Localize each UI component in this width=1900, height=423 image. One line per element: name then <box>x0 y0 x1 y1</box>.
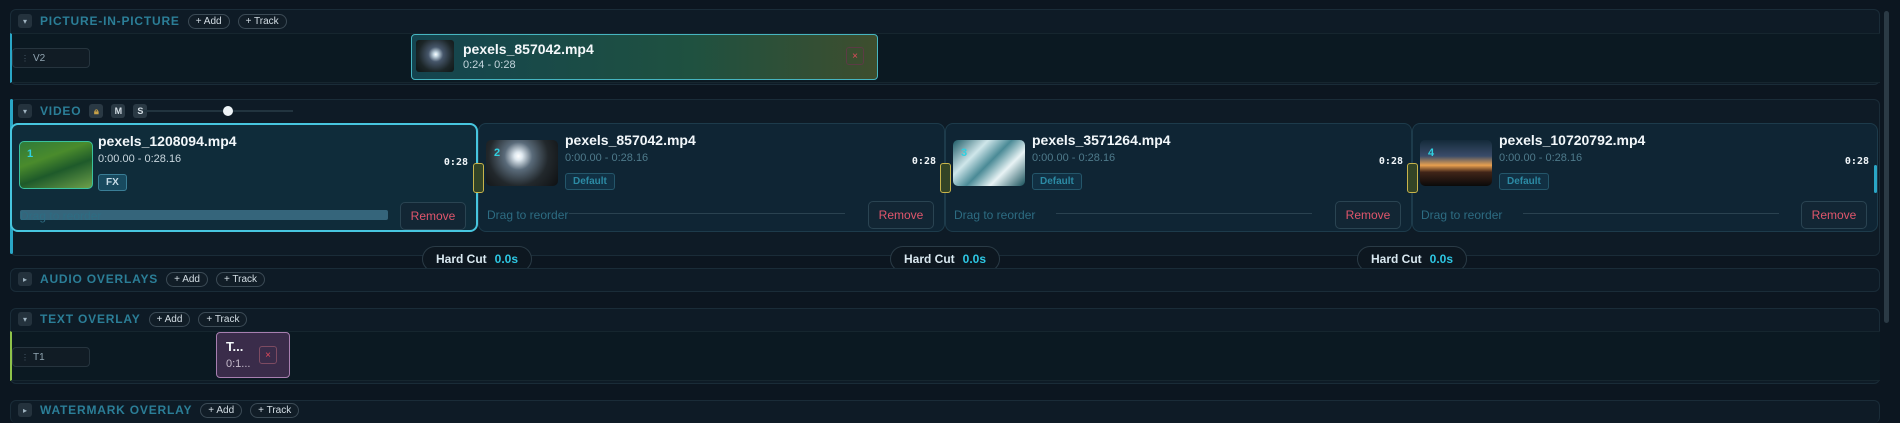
pip-clip-name: pexels_857042.mp4 <box>463 41 594 57</box>
clip-number: 2 <box>494 147 501 159</box>
pip-clip-close-icon[interactable]: × <box>846 47 864 65</box>
trim-handle[interactable] <box>940 163 951 193</box>
clip-effect-badge[interactable]: Default <box>1499 173 1549 190</box>
text-track-button[interactable]: + Track <box>198 311 248 327</box>
transition-value: 0.0s <box>494 252 519 266</box>
clip-number: 4 <box>1428 147 1435 159</box>
lane-label-v2[interactable]: ⋮ V2 <box>12 48 90 68</box>
clip-time: 0:00.00 - 0:28.16 <box>565 152 649 164</box>
clip-name: pexels_1208094.mp4 <box>98 133 237 149</box>
clip-time: 0:00.00 - 0:28.16 <box>1499 152 1583 164</box>
lane-label-text: V2 <box>33 52 46 64</box>
pip-clip-time: 0:24 - 0:28 <box>463 59 516 71</box>
clip-effect-badge[interactable]: Default <box>565 173 615 190</box>
clip-duration: 0:28 <box>443 157 468 168</box>
clip-timeline-line <box>569 213 845 214</box>
clip-number: 3 <box>961 147 968 159</box>
clip-time: 0:00.00 - 0:28.16 <box>1032 152 1116 164</box>
expand-caret-icon[interactable]: ▸ <box>18 272 32 286</box>
collapse-caret-icon[interactable]: ▾ <box>18 312 32 326</box>
collapse-caret-icon[interactable]: ▾ <box>18 104 32 118</box>
clip-time: 0:00.00 - 0:28.16 <box>98 153 182 165</box>
pip-title: PICTURE-IN-PICTURE <box>40 14 180 28</box>
pip-track-button[interactable]: + Track <box>237 13 287 29</box>
clip-duration: 0:28 <box>1844 156 1869 167</box>
watermark-add-button[interactable]: + Add <box>200 402 243 418</box>
pip-header: ▾ PICTURE-IN-PICTURE + Add + Track <box>18 12 287 30</box>
remove-button[interactable]: Remove <box>868 201 934 229</box>
pip-add-button[interactable]: + Add <box>187 13 230 29</box>
remove-button[interactable]: Remove <box>400 202 466 230</box>
lock-icon[interactable]: 🔒︎ <box>89 104 104 118</box>
audio-track-button[interactable]: + Track <box>215 271 266 287</box>
text-clip-close-icon[interactable]: × <box>259 346 277 364</box>
trim-handle[interactable] <box>1407 163 1418 193</box>
remove-button[interactable]: Remove <box>1801 201 1867 229</box>
grip-icon: ⋮ <box>21 53 29 63</box>
text-add-button[interactable]: + Add <box>148 311 191 327</box>
drag-to-reorder[interactable]: Drag to reorder <box>954 208 1035 222</box>
audio-title: AUDIO OVERLAYS <box>40 272 159 286</box>
transition-label: Hard Cut <box>1371 252 1422 266</box>
clip-duration: 0:28 <box>1378 156 1403 167</box>
video-clip-4[interactable]: 4 pexels_10720792.mp4 0:00.00 - 0:28.16 … <box>1412 123 1878 232</box>
volume-slider-thumb[interactable] <box>223 106 233 116</box>
expand-caret-icon[interactable]: ▸ <box>18 403 32 417</box>
text-clip[interactable]: T... 0:1... × <box>216 332 290 378</box>
audio-header: ▸ AUDIO OVERLAYS + Add + Track <box>18 270 266 288</box>
text-clip-title: T... <box>226 339 244 354</box>
clip-name: pexels_10720792.mp4 <box>1499 132 1646 148</box>
text-title: TEXT OVERLAY <box>40 312 141 326</box>
text-lane <box>10 331 1880 381</box>
transition-label: Hard Cut <box>436 252 487 266</box>
volume-slider[interactable] <box>143 102 293 120</box>
video-clip-2[interactable]: 2 pexels_857042.mp4 0:00.00 - 0:28.16 0:… <box>478 123 945 232</box>
volume-slider-track <box>143 110 293 112</box>
video-clip-3[interactable]: 3 pexels_3571264.mp4 0:00.00 - 0:28.16 0… <box>945 123 1412 232</box>
timeline-scrollbar[interactable] <box>1874 165 1877 193</box>
video-title: VIDEO <box>40 104 82 118</box>
watermark-track-button[interactable]: + Track <box>250 402 300 418</box>
watermark-header: ▸ WATERMARK OVERLAY + Add + Track <box>18 401 300 419</box>
transition-value: 0.0s <box>962 252 987 266</box>
audio-add-button[interactable]: + Add <box>166 271 208 287</box>
clip-duration: 0:28 <box>911 156 936 167</box>
clip-name: pexels_3571264.mp4 <box>1032 132 1171 148</box>
transition-value: 0.0s <box>1429 252 1454 266</box>
clip-effect-badge[interactable]: Default <box>1032 173 1082 190</box>
drag-to-reorder[interactable]: Drag to reorder <box>1421 208 1502 222</box>
grip-icon: ⋮ <box>21 352 29 362</box>
audio-section <box>10 268 1880 292</box>
lane-label-t1[interactable]: ⋮ T1 <box>12 347 90 367</box>
trim-handle[interactable] <box>473 163 484 193</box>
mute-button[interactable]: M <box>111 104 126 118</box>
clip-number: 1 <box>27 148 34 160</box>
drag-to-reorder[interactable]: Drag to reorder <box>20 209 101 223</box>
clip-effect-badge[interactable]: FX <box>98 174 127 191</box>
text-header: ▾ TEXT OVERLAY + Add + Track <box>18 310 248 328</box>
drag-to-reorder[interactable]: Drag to reorder <box>487 208 568 222</box>
watermark-title: WATERMARK OVERLAY <box>40 403 193 417</box>
clip-timeline-line <box>1523 213 1779 214</box>
video-header: ▾ VIDEO 🔒︎ M S <box>18 102 293 120</box>
remove-button[interactable]: Remove <box>1335 201 1401 229</box>
page-scrollbar[interactable] <box>1884 11 1889 323</box>
clip-name: pexels_857042.mp4 <box>565 132 696 148</box>
text-clip-time: 0:1... <box>226 358 251 370</box>
lane-label-text: T1 <box>33 351 45 363</box>
collapse-caret-icon[interactable]: ▾ <box>18 14 32 28</box>
pip-lane <box>10 33 1880 83</box>
transition-label: Hard Cut <box>904 252 955 266</box>
video-clip-1[interactable]: 1 pexels_1208094.mp4 0:00.00 - 0:28.16 0… <box>10 123 478 232</box>
pip-clip-thumbnail <box>416 40 454 72</box>
clip-timeline-line <box>1056 213 1312 214</box>
pip-clip[interactable]: pexels_857042.mp4 0:24 - 0:28 × <box>411 34 878 80</box>
